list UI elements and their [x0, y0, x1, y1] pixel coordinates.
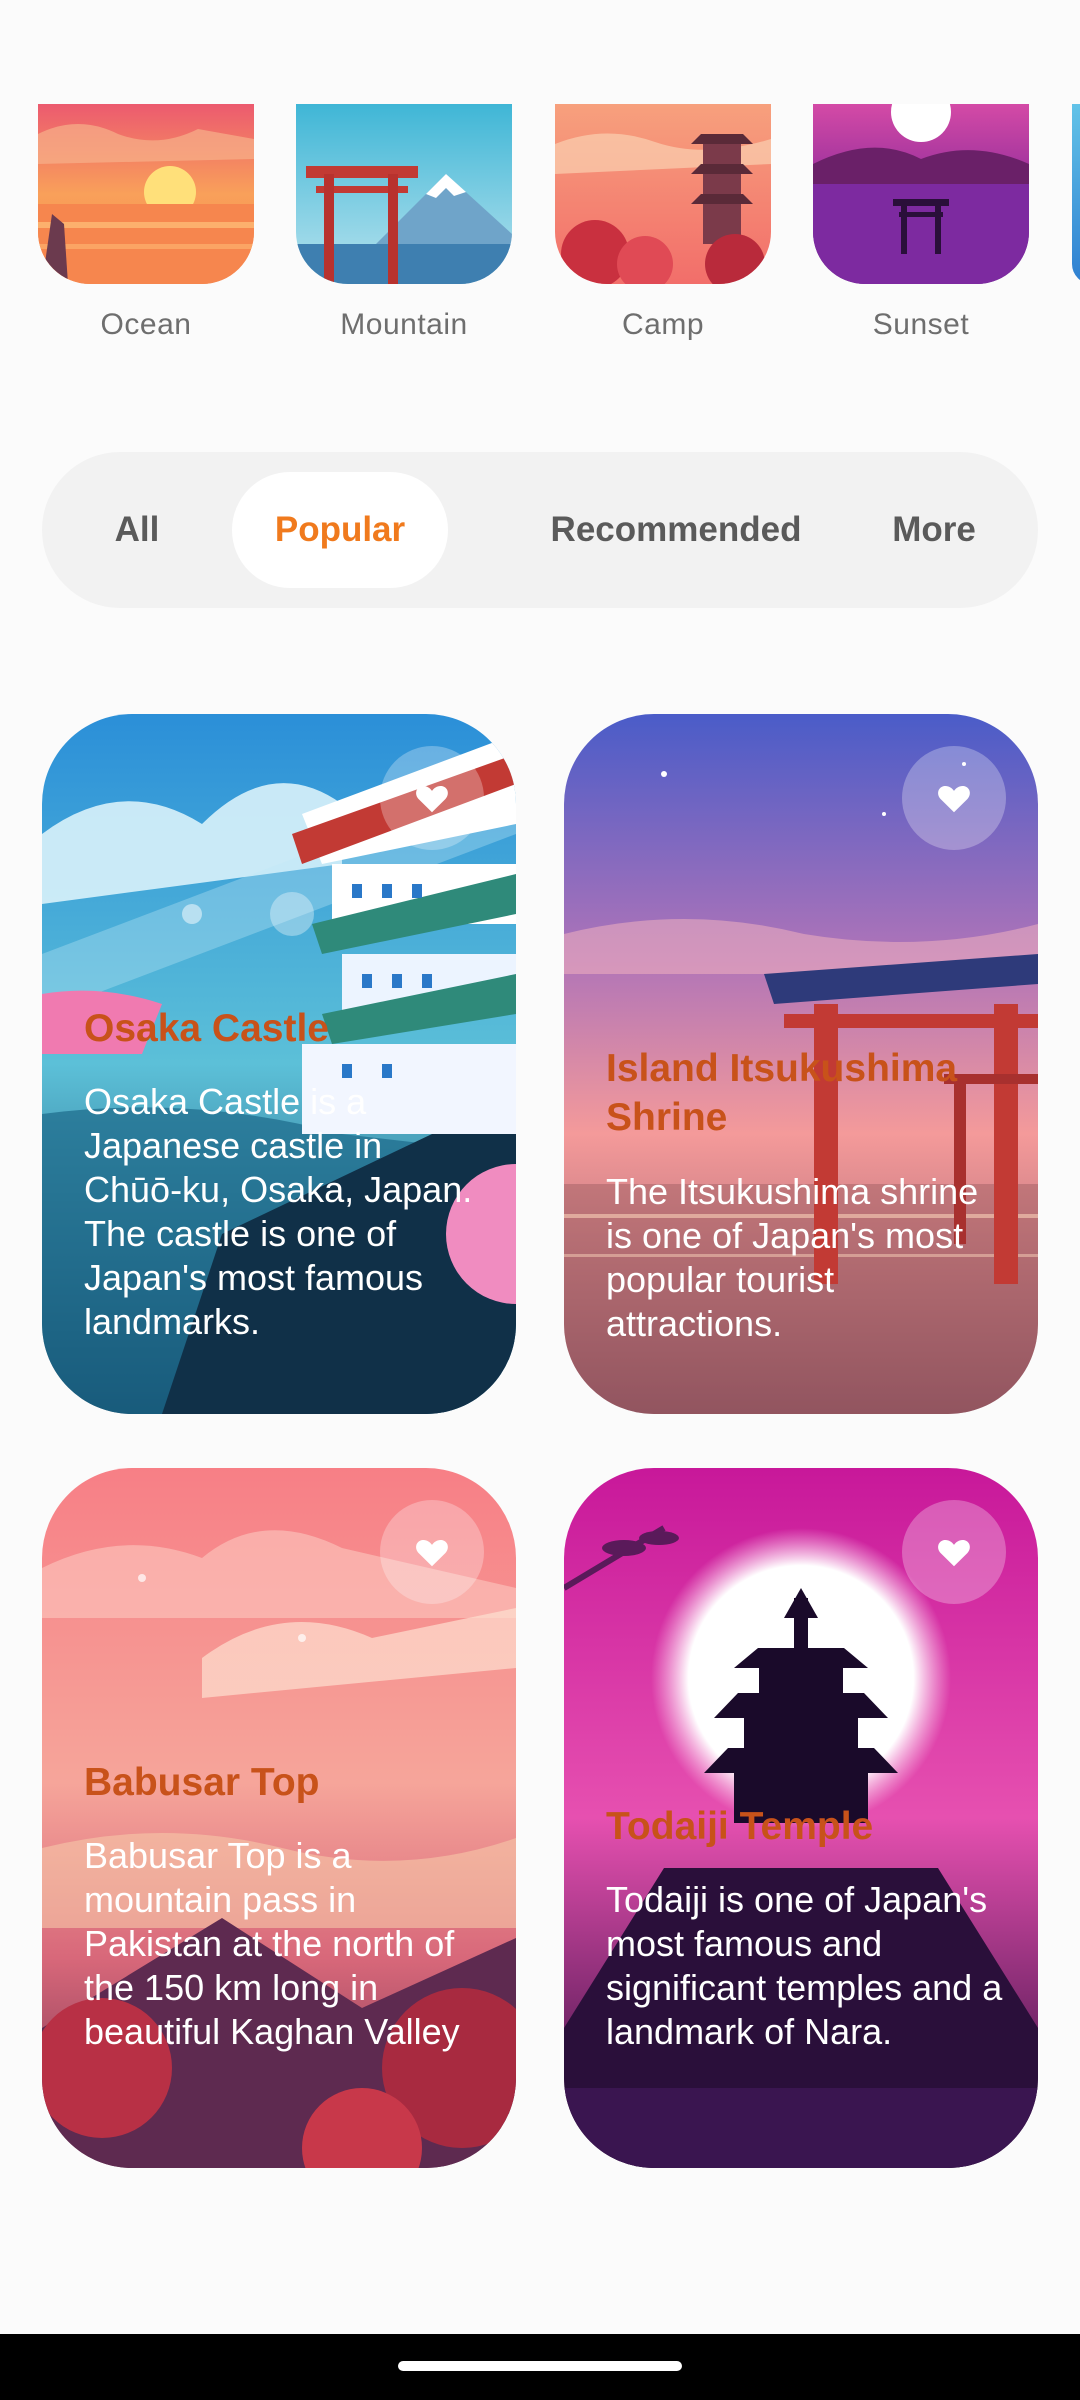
tab-popular[interactable]: Popular [232, 472, 448, 588]
app-screen: Ocean Mountain Camp Sunset All Popular R… [0, 0, 1080, 2400]
tab-recommended[interactable]: Recommended [494, 472, 858, 588]
filter-tab-bar: All Popular Recommended More [42, 452, 1038, 608]
category-mountain[interactable]: Mountain [296, 104, 512, 342]
category-label: Ocean [100, 308, 192, 341]
heart-icon [938, 1539, 970, 1567]
card-description: Babusar Top is a mountain pass in Pakist… [84, 1835, 460, 2052]
camp-thumbnail [555, 104, 771, 284]
favorite-button[interactable] [380, 746, 484, 850]
heart-icon [416, 1539, 448, 1567]
card-title: Babusar Top [84, 1761, 320, 1804]
card-title: Osaka Castle [84, 1007, 329, 1050]
card-description: The Itsukushima shrine is one of Japan's… [606, 1171, 979, 1344]
place-card-babusar-top[interactable]: Babusar Top Babusar Top is a mountain pa… [42, 1468, 516, 2168]
favorite-button[interactable] [902, 746, 1006, 850]
favorite-button[interactable] [902, 1500, 1006, 1604]
category-next-peek[interactable] [1072, 104, 1080, 284]
heart-icon [938, 785, 970, 813]
mountain-thumbnail [296, 104, 512, 284]
ocean-thumbnail [38, 104, 254, 284]
card-description: Todaiji is one of Japan's most famous an… [606, 1879, 1003, 2052]
category-label: Mountain [340, 308, 468, 341]
card-description: Osaka Castle is a Japanese castle in Chū… [84, 1081, 473, 1342]
category-sunset[interactable]: Sunset [813, 104, 1029, 342]
favorite-button[interactable] [380, 1500, 484, 1604]
card-title: Island Itsukushima Shrine [606, 1047, 958, 1139]
category-strip[interactable]: Ocean Mountain Camp Sunset [0, 104, 1080, 364]
tab-more[interactable]: More [854, 472, 1014, 588]
tab-all[interactable]: All [82, 472, 192, 588]
card-title: Todaiji Temple [606, 1805, 874, 1848]
category-camp[interactable]: Camp [555, 104, 771, 342]
category-label: Sunset [872, 308, 970, 341]
category-ocean[interactable]: Ocean [38, 104, 254, 342]
heart-icon [416, 785, 448, 813]
place-card-osaka-castle[interactable]: Osaka Castle Osaka Castle is a Japanese … [42, 714, 516, 1414]
category-label: Camp [621, 308, 705, 341]
home-gesture-handle[interactable] [398, 2361, 682, 2371]
sunset-thumbnail [813, 104, 1029, 284]
place-card-todaiji-temple[interactable]: Todaiji Temple Todaiji is one of Japan's… [564, 1468, 1038, 2168]
place-card-itsukushima-shrine[interactable]: Island Itsukushima Shrine The Itsukushim… [564, 714, 1038, 1414]
